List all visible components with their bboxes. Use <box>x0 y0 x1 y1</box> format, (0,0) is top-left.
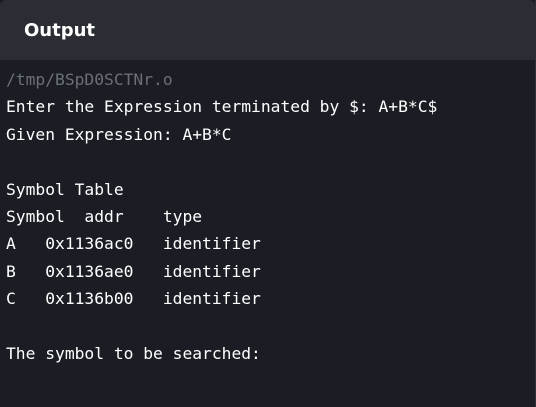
console-line-symbol-b: B 0x1136ae0 identifier <box>6 261 261 281</box>
console-line-given-expression: Given Expression: A+B*C <box>6 124 232 144</box>
console-line-table-header: Symbol addr type <box>6 206 203 226</box>
output-title: Output <box>24 19 96 41</box>
console-line-symbol-a: A 0x1136ac0 identifier <box>6 234 261 254</box>
output-panel: Output /tmp/BSpD0SCTNr.o Enter the Expre… <box>0 0 536 407</box>
console-output[interactable]: /tmp/BSpD0SCTNr.o Enter the Expression t… <box>0 60 535 367</box>
console-line-symbol-c: C 0x1136b00 identifier <box>6 289 261 309</box>
executable-path-line: /tmp/BSpD0SCTNr.o <box>6 70 173 89</box>
console-line-prompt: Enter the Expression terminated by $: A+… <box>6 97 438 117</box>
console-line-symbol-table-heading: Symbol Table <box>6 179 124 199</box>
console-line-search-prompt: The symbol to be searched: <box>6 343 261 363</box>
output-header: Output <box>0 0 535 60</box>
